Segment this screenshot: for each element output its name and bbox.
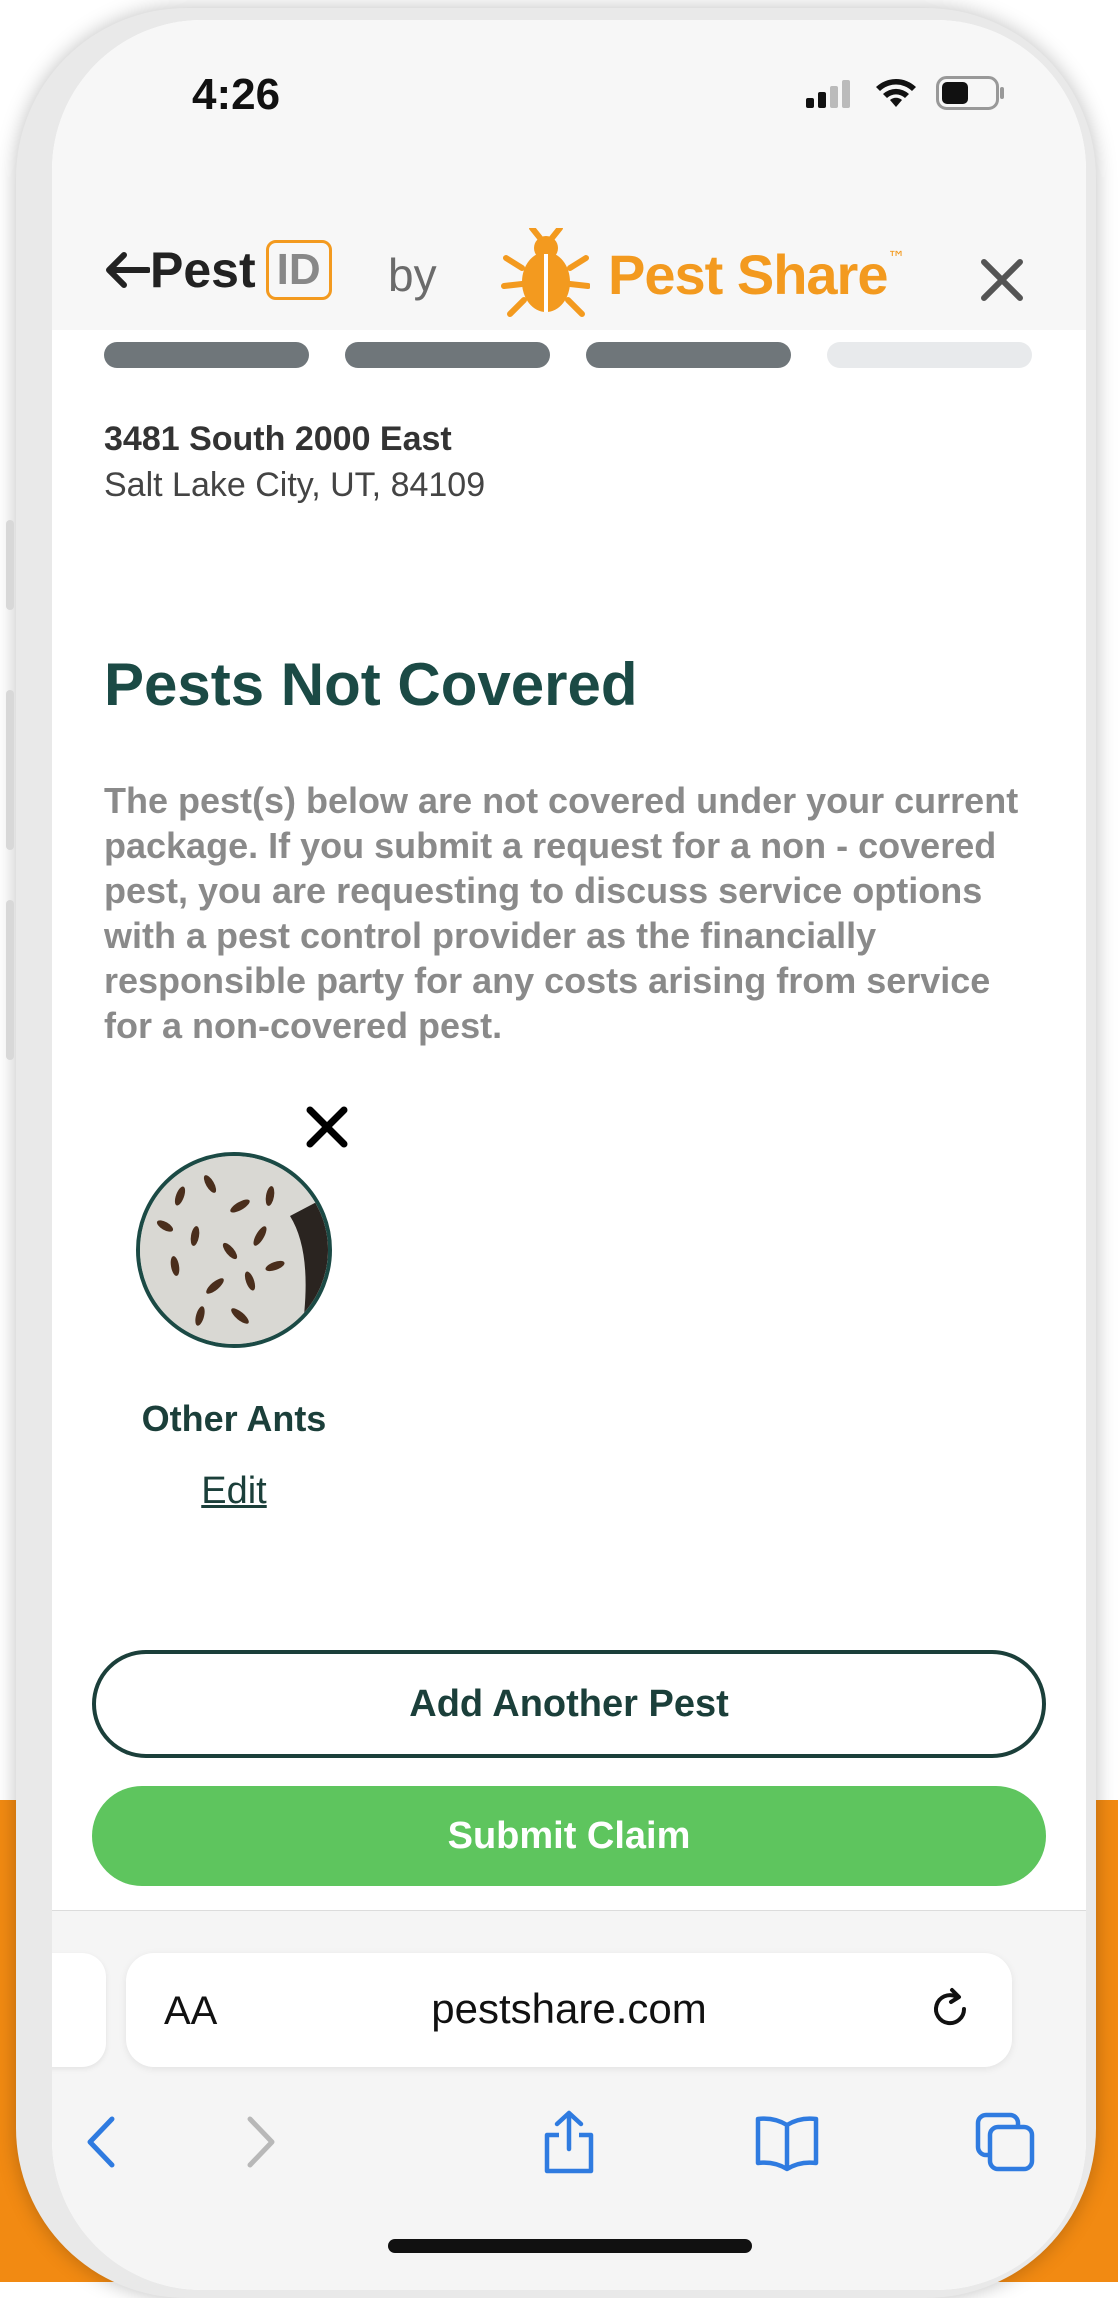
progress-step-2: [345, 342, 550, 368]
logo-text: Pest: [150, 242, 256, 298]
tabs-icon[interactable]: [970, 2107, 1040, 2177]
pest-photo: [136, 1152, 332, 1348]
remove-pest-icon[interactable]: [302, 1102, 352, 1152]
app-header: Pest ID by Pest Share ™: [52, 190, 1086, 330]
volume-down-button: [6, 900, 14, 1060]
mute-switch: [6, 520, 14, 610]
battery-icon: [936, 76, 1004, 110]
edit-pest-link[interactable]: Edit: [104, 1470, 364, 1513]
trademark-mark: ™: [887, 248, 906, 269]
ants-image: [140, 1156, 328, 1344]
progress-step-1: [104, 342, 309, 368]
nav-toolbar: [52, 2097, 1086, 2187]
brand-name: Pest Share: [608, 242, 888, 306]
back-arrow-icon[interactable]: [104, 250, 150, 290]
share-icon[interactable]: [534, 2107, 604, 2177]
close-icon[interactable]: [972, 250, 1032, 310]
bookmarks-icon[interactable]: [752, 2107, 822, 2177]
bug-logo-icon: [501, 228, 590, 317]
submit-claim-button[interactable]: Submit Claim: [92, 1786, 1046, 1886]
forward-icon[interactable]: [222, 2107, 292, 2177]
url-text[interactable]: pestshare.com: [126, 1985, 1012, 2033]
add-another-pest-button[interactable]: Add Another Pest: [92, 1650, 1046, 1758]
back-icon[interactable]: [70, 2107, 140, 2177]
reload-icon[interactable]: [926, 1985, 974, 2033]
wifi-icon: [876, 79, 916, 107]
logo-id-badge: ID: [265, 240, 332, 300]
page-title: Pests Not Covered: [104, 651, 638, 718]
by-label: by: [388, 249, 437, 301]
browser-toolbar: AA pestshare.com: [52, 1910, 1086, 2290]
cellular-signal-icon: [806, 80, 850, 108]
status-time: 4:26: [192, 70, 281, 119]
home-indicator: [388, 2239, 752, 2253]
address-line2: Salt Lake City, UT, 84109: [104, 466, 486, 504]
pest-share-logo: Pest Share ™: [500, 228, 906, 320]
address-bar[interactable]: AA pestshare.com: [126, 1953, 1012, 2067]
pest-id-logo[interactable]: Pest ID: [104, 240, 332, 300]
phone-screen: 4:26 Pest ID by Pest Share ™ 3481 South …: [52, 20, 1086, 2290]
progress-step-4: [827, 342, 1032, 368]
progress-step-3: [586, 342, 791, 368]
pest-name: Other Ants: [141, 1398, 327, 1439]
progress-steps: [104, 342, 1032, 368]
volume-up-button: [6, 690, 14, 850]
previous-tab-peek[interactable]: [52, 1953, 106, 2067]
address-line1: 3481 South 2000 East: [104, 420, 452, 458]
status-bar: 4:26: [52, 20, 1086, 190]
status-icons: [806, 76, 1006, 110]
coverage-description: The pest(s) below are not covered under …: [104, 780, 1019, 1046]
